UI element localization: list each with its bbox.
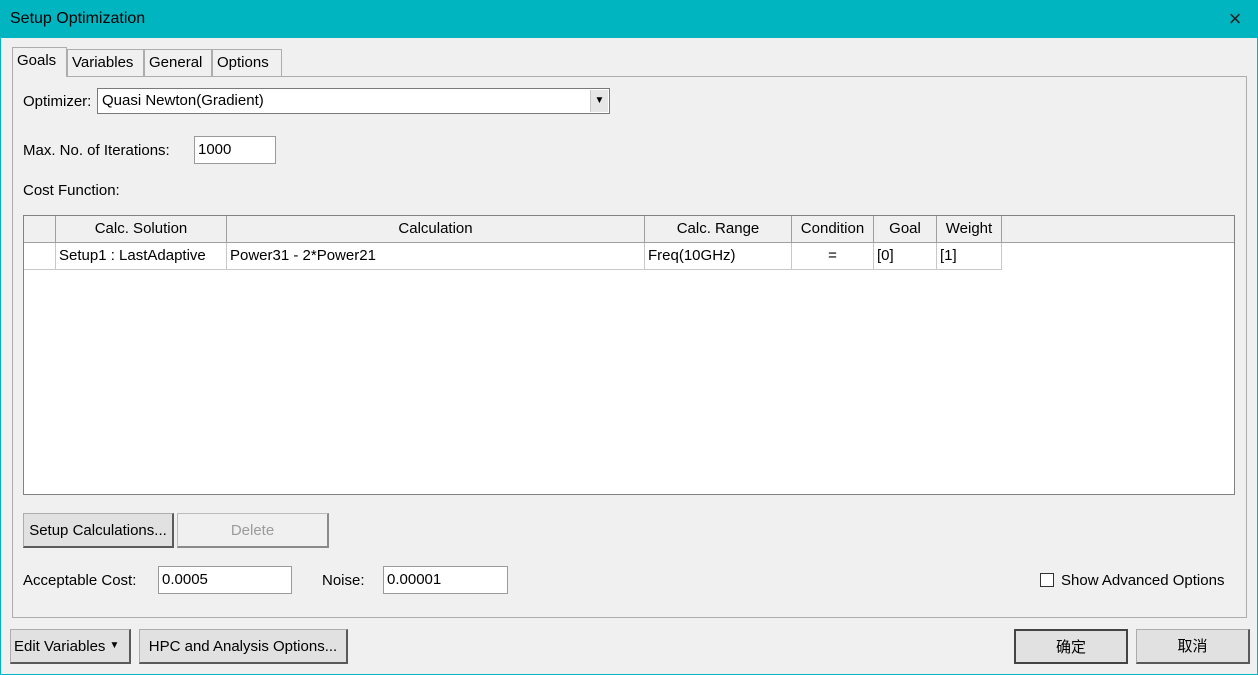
column-header-calc-range[interactable]: Calc. Range: [645, 216, 792, 243]
calculation-cell[interactable]: Power31 - 2*Power21: [227, 243, 645, 270]
optimizer-value: Quasi Newton(Gradient): [102, 92, 264, 109]
noise-input[interactable]: 0.00001: [383, 566, 508, 594]
calc-range-cell[interactable]: Freq(10GHz): [645, 243, 792, 270]
tab-options[interactable]: Options: [212, 49, 282, 76]
header-filler: [1002, 216, 1234, 243]
weight-cell[interactable]: [1]: [937, 243, 1002, 270]
acceptable-cost-input[interactable]: 0.0005: [158, 566, 292, 594]
tab-general[interactable]: General: [144, 49, 212, 76]
hpc-options-button[interactable]: HPC and Analysis Options...: [139, 629, 348, 664]
column-header-weight[interactable]: Weight: [937, 216, 1002, 243]
row-index-cell[interactable]: [24, 243, 56, 270]
goal-cell[interactable]: [0]: [874, 243, 937, 270]
title-bar: Setup Optimization ×: [0, 0, 1258, 38]
delete-button[interactable]: Delete: [177, 513, 329, 548]
optimizer-select[interactable]: Quasi Newton(Gradient) ▼: [97, 88, 610, 114]
noise-label: Noise:: [322, 572, 365, 589]
setup-calculations-button[interactable]: Setup Calculations...: [23, 513, 174, 548]
edit-variables-button[interactable]: Edit Variables ▼: [10, 629, 131, 664]
column-header-calculation[interactable]: Calculation: [227, 216, 645, 243]
edit-variables-label: Edit Variables: [14, 638, 106, 655]
column-header-index: [24, 216, 56, 243]
cost-function-table[interactable]: Calc. Solution Calculation Calc. Range C…: [23, 215, 1235, 495]
show-advanced-label[interactable]: Show Advanced Options: [1061, 572, 1237, 589]
acceptable-cost-label: Acceptable Cost:: [23, 572, 137, 589]
optimizer-label: Optimizer:: [23, 93, 92, 110]
window-title: Setup Optimization: [10, 10, 146, 27]
ok-button[interactable]: 确定: [1014, 629, 1128, 664]
condition-cell[interactable]: =: [792, 243, 874, 270]
cost-function-label: Cost Function:: [23, 182, 120, 199]
show-advanced-checkbox[interactable]: [1040, 573, 1054, 587]
cancel-button[interactable]: 取消: [1136, 629, 1250, 664]
chevron-down-icon[interactable]: ▼: [590, 90, 608, 112]
iterations-input[interactable]: 1000: [194, 136, 276, 164]
tab-variables[interactable]: Variables: [67, 49, 144, 76]
column-header-condition[interactable]: Condition: [792, 216, 874, 243]
tab-goals[interactable]: Goals: [12, 47, 67, 77]
chevron-down-icon: ▼: [109, 640, 120, 651]
column-header-goal[interactable]: Goal: [874, 216, 937, 243]
column-header-calc-solution[interactable]: Calc. Solution: [56, 216, 227, 243]
calc-solution-cell[interactable]: Setup1 : LastAdaptive: [56, 243, 227, 270]
iterations-label: Max. No. of Iterations:: [23, 142, 170, 159]
close-icon[interactable]: ×: [1212, 0, 1258, 38]
